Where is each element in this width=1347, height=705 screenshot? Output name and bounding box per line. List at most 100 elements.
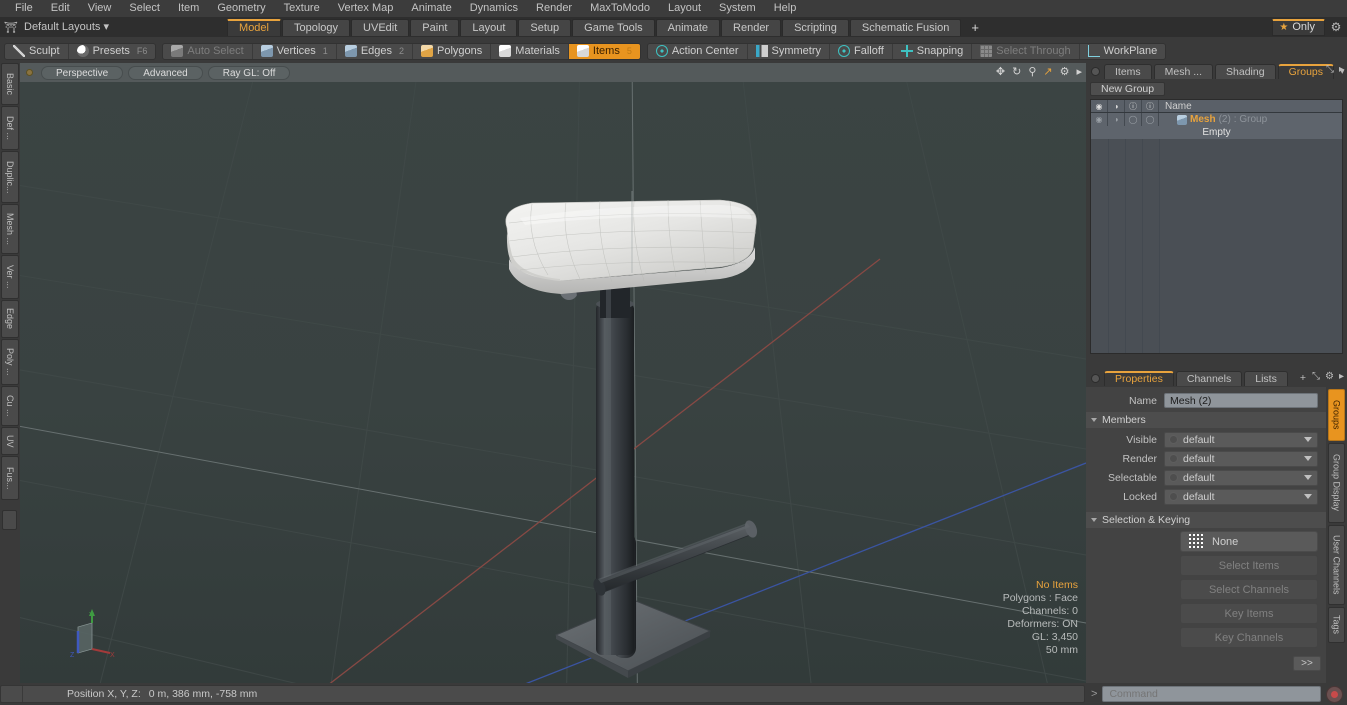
- layout-tab-layout[interactable]: Layout: [460, 18, 518, 36]
- menu-item-geometry[interactable]: Geometry: [208, 0, 274, 17]
- groups-list-row-mesh[interactable]: ◉ ◑ ◯ ◯ Mesh (2) : Group: [1091, 113, 1342, 126]
- row-locked-toggle[interactable]: ◯: [1142, 113, 1159, 126]
- panel-tab-lists[interactable]: Lists: [1244, 371, 1288, 386]
- row-selectable-toggle[interactable]: ◯: [1125, 113, 1142, 126]
- panel-tab-mesh[interactable]: Mesh ...: [1153, 64, 1214, 79]
- menu-item-texture[interactable]: Texture: [275, 0, 329, 17]
- viewport-state-dot[interactable]: [26, 69, 33, 76]
- side-tab-tags[interactable]: Tags: [1328, 607, 1345, 643]
- left-tab-fusion[interactable]: Fus...: [1, 456, 19, 500]
- left-tab-vertex[interactable]: Ver ...: [1, 255, 19, 299]
- expand-icon[interactable]: ⤡: [1312, 371, 1320, 382]
- column-visible-icon[interactable]: ◉: [1091, 100, 1108, 112]
- panel-tab-channels[interactable]: Channels: [1175, 371, 1243, 386]
- panel-menu-dot-icon[interactable]: [1091, 374, 1100, 383]
- layout-tab-animate[interactable]: Animate: [655, 18, 721, 36]
- left-strip-collapse-button[interactable]: [2, 510, 17, 530]
- falloff-button[interactable]: Falloff: [830, 43, 893, 59]
- left-tab-basic[interactable]: Basic: [1, 63, 19, 105]
- layout-tab-uvedit[interactable]: UVEdit: [351, 18, 410, 36]
- side-tab-groups[interactable]: Groups: [1328, 389, 1345, 441]
- select-items-button[interactable]: Select Items: [1180, 555, 1318, 576]
- left-tab-duplicate[interactable]: Duplic...: [1, 151, 19, 203]
- menu-item-maxtomodo[interactable]: MaxToModo: [581, 0, 659, 17]
- menu-item-animate[interactable]: Animate: [402, 0, 460, 17]
- layout-tab-schematic-fusion[interactable]: Schematic Fusion: [849, 18, 962, 36]
- home-icon[interactable]: ⛩: [0, 18, 22, 36]
- visible-dropdown[interactable]: default: [1164, 431, 1318, 448]
- polygons-mode-button[interactable]: Polygons: [413, 43, 492, 59]
- menu-item-help[interactable]: Help: [765, 0, 806, 17]
- move-icon[interactable]: ✥: [996, 67, 1005, 78]
- row-visible-toggle[interactable]: ◉: [1091, 113, 1108, 126]
- add-layout-tab-button[interactable]: +: [962, 19, 988, 36]
- locked-dropdown[interactable]: default: [1164, 488, 1318, 505]
- left-tab-curve[interactable]: Cu ...: [1, 386, 19, 426]
- workplane-button[interactable]: WorkPlane: [1080, 44, 1166, 59]
- command-input[interactable]: [1102, 686, 1321, 702]
- viewport-raygl-button[interactable]: Ray GL: Off: [207, 65, 291, 80]
- gear-icon[interactable]: ⚙: [1325, 371, 1334, 382]
- default-layouts-dropdown[interactable]: Default Layouts ▾: [22, 18, 117, 36]
- select-channels-button[interactable]: Select Channels: [1180, 579, 1318, 600]
- symmetry-button[interactable]: Symmetry: [748, 43, 830, 59]
- sculpt-button[interactable]: Sculpt: [5, 43, 69, 59]
- menu-item-dynamics[interactable]: Dynamics: [461, 0, 527, 17]
- key-items-button[interactable]: Key Items: [1180, 603, 1318, 624]
- groups-list-row-empty[interactable]: Empty: [1091, 126, 1342, 139]
- play-icon[interactable]: ▸: [1076, 67, 1082, 78]
- action-center-button[interactable]: Action Center: [648, 43, 748, 59]
- status-bar-gripper[interactable]: [1, 686, 23, 702]
- auto-select-button[interactable]: Auto Select: [163, 43, 253, 59]
- layout-tab-game-tools[interactable]: Game Tools: [572, 18, 655, 36]
- 3d-viewport[interactable]: Perspective Advanced Ray GL: Off ✥ ↻ ⚲ ↗…: [20, 63, 1086, 683]
- render-dropdown[interactable]: default: [1164, 450, 1318, 467]
- menu-item-file[interactable]: File: [6, 0, 42, 17]
- groups-list-empty-area[interactable]: [1091, 139, 1342, 353]
- items-mode-button[interactable]: Items 5: [568, 43, 640, 59]
- side-tab-group-display[interactable]: Group Display: [1328, 443, 1345, 523]
- gear-icon[interactable]: ⚙: [1060, 67, 1070, 78]
- side-tab-user-channels[interactable]: User Channels: [1328, 525, 1345, 605]
- panel-tab-properties[interactable]: Properties: [1104, 371, 1174, 386]
- layout-tab-scripting[interactable]: Scripting: [782, 18, 849, 36]
- rotate-icon[interactable]: ↻: [1012, 67, 1021, 78]
- column-selectable-icon[interactable]: ⓘ: [1125, 100, 1142, 112]
- layout-tab-render[interactable]: Render: [721, 18, 782, 36]
- arrow-right-icon[interactable]: ▸: [1339, 371, 1344, 382]
- column-render-icon[interactable]: ◑: [1108, 100, 1125, 112]
- panel-menu-dot-icon[interactable]: [1091, 67, 1100, 76]
- select-through-button[interactable]: Select Through: [972, 43, 1080, 59]
- viewport-shading-button[interactable]: Advanced: [128, 65, 203, 80]
- selection-mode-dropdown[interactable]: None: [1180, 531, 1318, 552]
- members-section-header[interactable]: Members: [1086, 412, 1326, 428]
- menu-item-select[interactable]: Select: [120, 0, 169, 17]
- groups-list[interactable]: ◉ ◑ ⓘ ⓘ Name ◉ ◑ ◯ ◯ Mesh (2) : Group Em…: [1090, 99, 1343, 354]
- more-options-button[interactable]: >>: [1293, 656, 1321, 671]
- menu-item-view[interactable]: View: [79, 0, 121, 17]
- edges-mode-button[interactable]: Edges 2: [337, 43, 414, 59]
- zoom-icon[interactable]: ⚲: [1028, 67, 1036, 78]
- panel-tab-shading[interactable]: Shading: [1215, 64, 1276, 79]
- presets-button[interactable]: Presets F6: [69, 44, 156, 59]
- only-toggle-button[interactable]: ★ Only: [1272, 18, 1325, 36]
- left-tab-edge[interactable]: Edge: [1, 300, 19, 338]
- key-channels-button[interactable]: Key Channels: [1180, 627, 1318, 648]
- record-icon[interactable]: [1326, 685, 1343, 703]
- name-field[interactable]: Mesh (2): [1164, 393, 1318, 408]
- left-tab-mesh-edit[interactable]: Mesh ...: [1, 204, 19, 254]
- panel-tab-items[interactable]: Items: [1104, 64, 1152, 79]
- fit-icon[interactable]: ↗: [1043, 67, 1052, 78]
- vertices-mode-button[interactable]: Vertices 1: [253, 43, 337, 59]
- gear-icon[interactable]: ⚙: [1325, 17, 1347, 37]
- left-tab-polygon[interactable]: Poly ...: [1, 339, 19, 385]
- menu-item-layout[interactable]: Layout: [659, 0, 710, 17]
- expand-icon[interactable]: ⤡: [1326, 64, 1334, 75]
- menu-item-system[interactable]: System: [710, 0, 765, 17]
- viewport-perspective-button[interactable]: Perspective: [41, 65, 124, 80]
- menu-item-edit[interactable]: Edit: [42, 0, 79, 17]
- snapping-button[interactable]: Snapping: [893, 43, 973, 59]
- selection-keying-section-header[interactable]: Selection & Keying: [1086, 512, 1326, 528]
- row-render-toggle[interactable]: ◑: [1108, 113, 1125, 126]
- layout-tab-setup[interactable]: Setup: [518, 18, 572, 36]
